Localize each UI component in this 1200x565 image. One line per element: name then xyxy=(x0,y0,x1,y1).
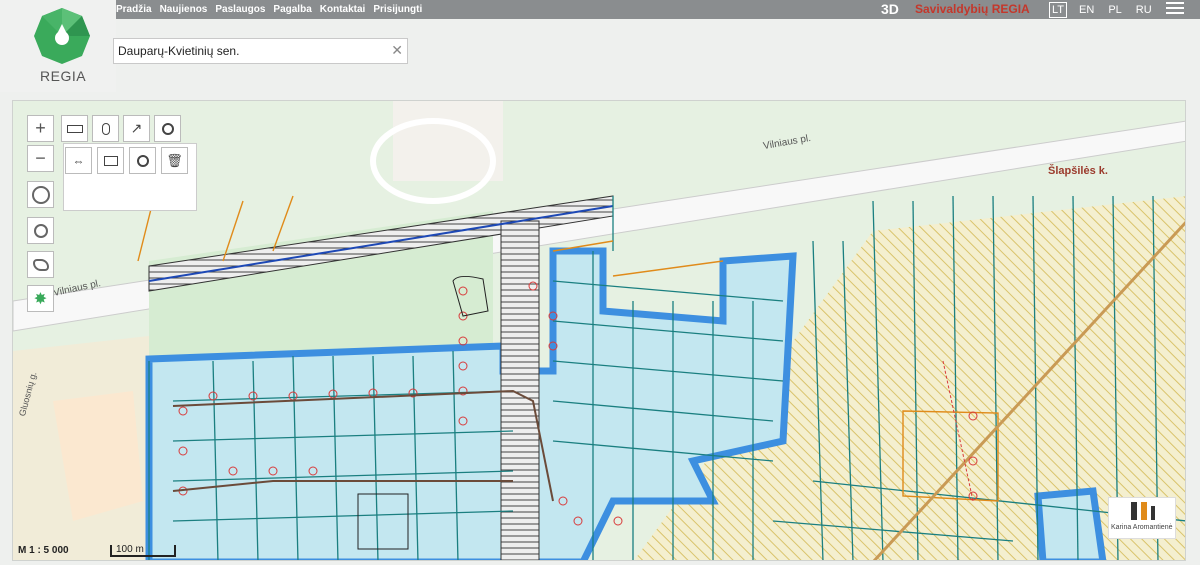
nav-item-news[interactable]: Naujienos xyxy=(160,4,208,15)
ruler-icon xyxy=(66,124,83,133)
3d-mode-button[interactable]: 3D xyxy=(881,0,899,19)
brand-title: Savivaldybių REGIA xyxy=(915,2,1030,16)
distance-icon: ⇔ xyxy=(72,153,85,168)
zoom-in-button[interactable]: + xyxy=(27,115,54,142)
export-icon: ↗ xyxy=(130,120,143,136)
delete-button[interactable]: 🗑 xyxy=(161,147,188,174)
target-button[interactable] xyxy=(154,115,181,142)
clear-search-icon[interactable]: ✕ xyxy=(391,42,403,59)
measure-area-button[interactable] xyxy=(97,147,124,174)
area-icon xyxy=(103,155,118,166)
logo-area[interactable]: REGIA xyxy=(0,0,116,92)
nav-item-login[interactable]: Prisijungti xyxy=(373,4,422,15)
regia-logo-icon xyxy=(34,8,90,64)
watermark-icon xyxy=(1131,502,1155,520)
search-box: ✕ xyxy=(113,38,408,64)
ruler-button[interactable] xyxy=(61,115,88,142)
polygon-icon xyxy=(32,258,49,271)
map-label-village: Šlapšilės k. xyxy=(1048,165,1108,177)
menu-icon[interactable] xyxy=(1166,2,1184,16)
lang-pl[interactable]: PL xyxy=(1106,4,1123,16)
measure-radius-button[interactable] xyxy=(129,147,156,174)
marker-icon xyxy=(101,122,110,135)
compass-icon xyxy=(31,185,50,204)
search-input[interactable] xyxy=(114,39,384,63)
locate-button[interactable] xyxy=(27,217,54,244)
logo-text: REGIA xyxy=(40,68,87,84)
nav-item-help[interactable]: Pagalba xyxy=(273,4,311,15)
lang-lt[interactable]: LT xyxy=(1049,1,1068,18)
map-canvas[interactable]: Vilniaus pl. Vilniaus pl. Šlapšilės k. G… xyxy=(12,100,1186,561)
export-button[interactable]: ↗ xyxy=(123,115,150,142)
radius-icon xyxy=(136,154,149,167)
language-switcher: LT EN PL RU xyxy=(1049,0,1164,19)
area-select-button[interactable] xyxy=(27,251,54,278)
watermark-text: Karina Aromantienė xyxy=(1111,524,1173,531)
target-icon xyxy=(161,122,174,135)
watermark-logo: Karina Aromantienė xyxy=(1108,497,1176,539)
trash-icon: 🗑 xyxy=(166,152,183,168)
scale-ratio: M 1 : 5 000 xyxy=(18,545,69,556)
layers-button[interactable]: ✸ xyxy=(27,285,54,312)
lang-en[interactable]: EN xyxy=(1077,4,1096,16)
nav-item-contacts[interactable]: Kontaktai xyxy=(320,4,366,15)
marker-button[interactable] xyxy=(92,115,119,142)
measure-distance-button[interactable]: ⇔ xyxy=(65,147,92,174)
crosshair-icon xyxy=(33,223,48,238)
zoom-out-label: − xyxy=(35,148,46,168)
layers-icon: ✸ xyxy=(33,290,48,308)
scale-bar: 100 m xyxy=(110,545,176,557)
lang-ru[interactable]: RU xyxy=(1134,4,1154,16)
nav-item-services[interactable]: Paslaugos xyxy=(215,4,265,15)
compass-button[interactable] xyxy=(27,181,54,208)
zoom-out-button[interactable]: − xyxy=(27,145,54,172)
nav-item-home[interactable]: Pradžia xyxy=(116,4,152,15)
zoom-in-label: + xyxy=(35,118,46,138)
main-nav: Pradžia Naujienos Paslaugos Pagalba Kont… xyxy=(116,0,430,19)
